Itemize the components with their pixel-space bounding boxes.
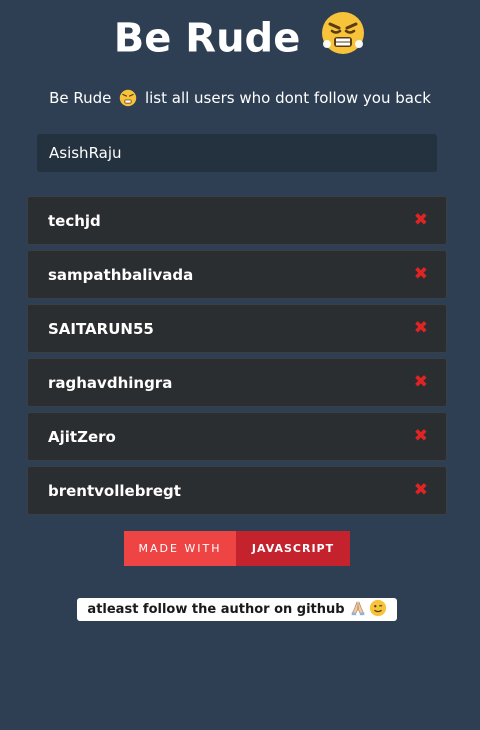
user-name[interactable]: techjd <box>48 212 101 230</box>
subtitle-text: list all users who dont follow you back <box>144 89 431 107</box>
user-name[interactable]: sampathbalivada <box>48 266 193 284</box>
user-name[interactable]: SAITARUN55 <box>48 320 154 338</box>
folded-hands-icon <box>349 599 367 621</box>
badge-label: MADE WITH <box>124 531 236 566</box>
angry-face-icon <box>320 10 366 71</box>
follow-author-text: atleast follow the author on github <box>87 602 345 617</box>
list-item: brentvollebregt ✖ <box>27 466 447 515</box>
user-name[interactable]: raghavdhingra <box>48 374 172 392</box>
page-title: Be Rude <box>0 10 480 71</box>
subtitle-brand: Be Rude <box>49 89 112 107</box>
page-title-text: Be Rude <box>113 15 301 62</box>
made-with-javascript-badge[interactable]: MADE WITH JAVASCRIPT <box>124 531 350 566</box>
list-item: raghavdhingra ✖ <box>27 358 447 407</box>
winking-face-icon <box>369 599 387 621</box>
cross-icon[interactable]: ✖ <box>414 266 428 283</box>
cross-icon[interactable]: ✖ <box>414 482 428 499</box>
badge-value: JAVASCRIPT <box>236 531 350 566</box>
cross-icon[interactable]: ✖ <box>414 428 428 445</box>
list-item: sampathbalivada ✖ <box>27 250 447 299</box>
list-item: techjd ✖ <box>27 196 447 245</box>
follow-author-link[interactable]: atleast follow the author on github <box>77 598 397 621</box>
cross-icon[interactable]: ✖ <box>414 374 428 391</box>
subtitle: Be Rude list all users who dont follow y… <box>0 86 480 114</box>
cross-icon[interactable]: ✖ <box>414 212 428 229</box>
username-input[interactable] <box>37 134 437 172</box>
list-item: AjitZero ✖ <box>27 412 447 461</box>
cross-icon[interactable]: ✖ <box>414 320 428 337</box>
user-name[interactable]: AjitZero <box>48 428 116 446</box>
user-name[interactable]: brentvollebregt <box>48 482 181 500</box>
unfollower-list: techjd ✖ sampathbalivada ✖ SAITARUN55 ✖ … <box>27 196 447 520</box>
list-item: SAITARUN55 ✖ <box>27 304 447 353</box>
angry-face-icon <box>119 89 137 114</box>
